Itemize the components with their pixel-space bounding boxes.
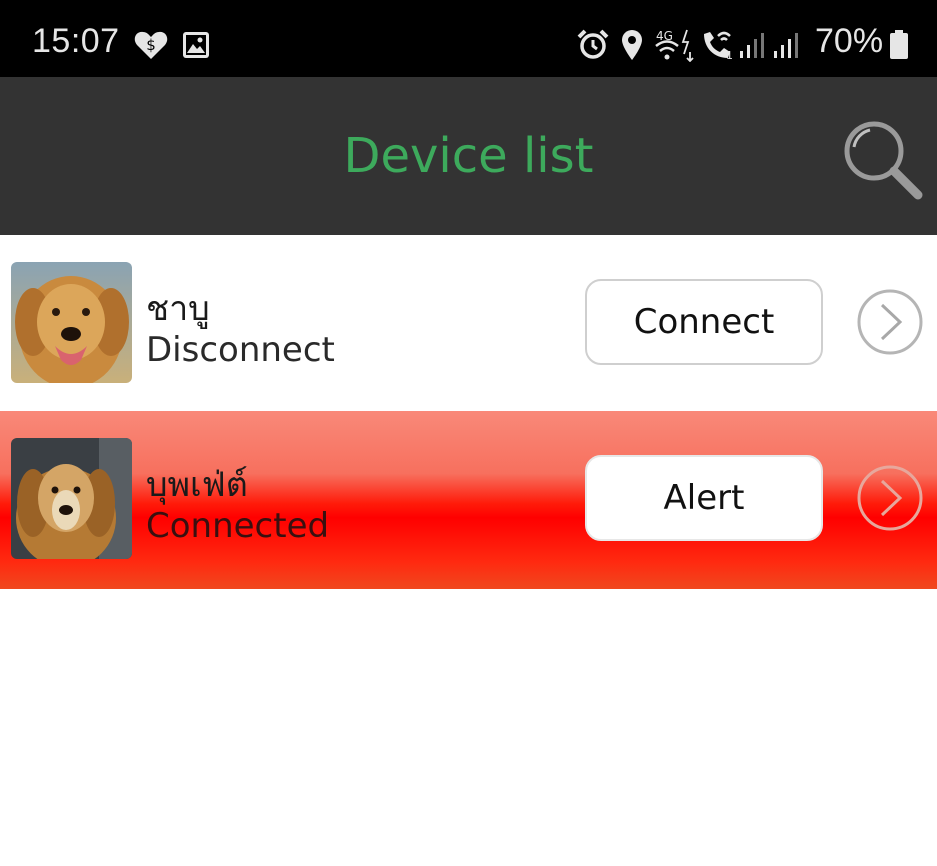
- device-name: บุพเฟ่ต์: [146, 465, 248, 505]
- chevron-right-icon: [857, 465, 923, 531]
- device-avatar: [11, 438, 132, 559]
- device-name: ชาบู: [146, 289, 210, 329]
- location-icon: [620, 29, 644, 66]
- device-avatar: [11, 262, 132, 383]
- connect-button[interactable]: Connect: [585, 279, 823, 365]
- app-bar: Device list: [0, 77, 937, 235]
- status-bar: 15:07 $ 4G 1 70%: [0, 0, 937, 77]
- wifi-call-icon: 1: [700, 28, 734, 65]
- alarm-icon: [577, 29, 609, 66]
- dog-photo: [11, 438, 132, 559]
- vpn-heart-icon: $: [134, 30, 168, 65]
- battery-percent: 70%: [815, 22, 884, 60]
- search-icon: [844, 121, 923, 200]
- page-title: Device list: [343, 128, 594, 184]
- device-status: Disconnect: [146, 330, 335, 370]
- svg-text:$: $: [146, 36, 156, 54]
- svg-text:1: 1: [726, 49, 733, 60]
- dog-photo: [11, 262, 132, 383]
- search-button[interactable]: [840, 117, 924, 201]
- alert-button[interactable]: Alert: [585, 455, 823, 541]
- device-row[interactable]: ชาบู Disconnect Connect: [0, 235, 937, 411]
- wifi-4g-icon: 4G: [654, 28, 696, 67]
- device-detail-button[interactable]: [856, 287, 924, 357]
- image-icon: [182, 31, 210, 64]
- battery-icon: [889, 30, 909, 65]
- device-row[interactable]: บุพเฟ่ต์ Connected Alert: [0, 411, 937, 589]
- device-detail-button[interactable]: [856, 463, 924, 533]
- signal-icon: [772, 31, 802, 64]
- status-time: 15:07: [32, 22, 120, 60]
- device-status: Connected: [146, 506, 330, 546]
- chevron-right-icon: [857, 289, 923, 355]
- signal-icon: [738, 31, 768, 64]
